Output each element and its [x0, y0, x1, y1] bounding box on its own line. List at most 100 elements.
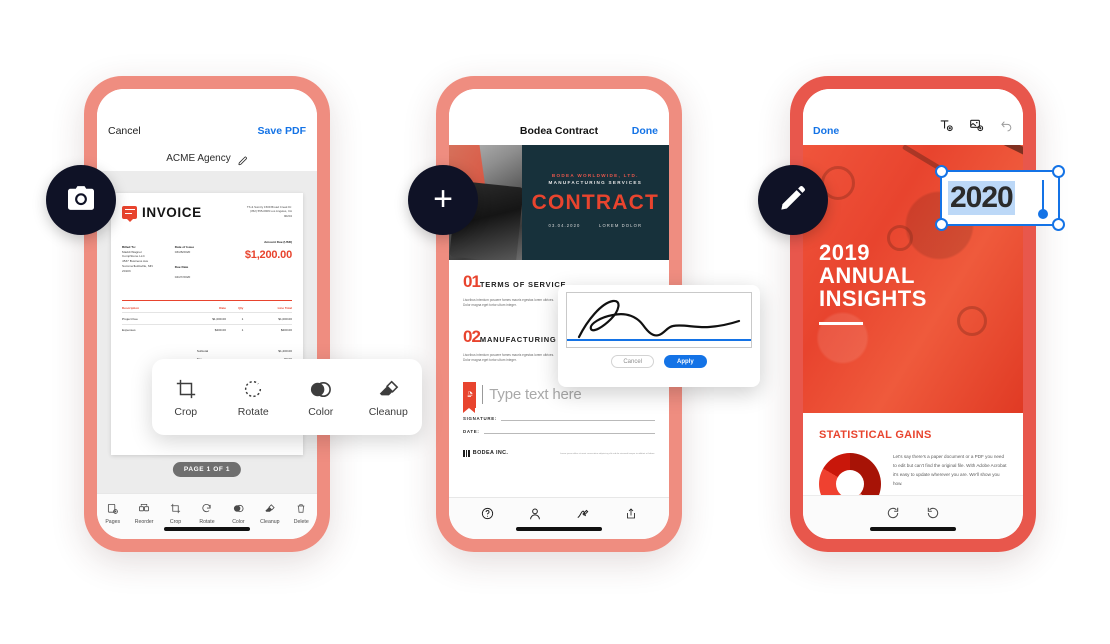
due-date-value: 04/27/2020: [174, 274, 191, 279]
signature-pen-icon: [559, 506, 607, 521]
tab-label: Crop: [169, 519, 182, 525]
section-number: 01: [463, 272, 481, 291]
tab-profile[interactable]: [511, 506, 559, 521]
crop-icon: [152, 376, 220, 402]
pdf-bookmark-icon: [463, 381, 476, 413]
section-number: 02: [463, 326, 481, 346]
signature-canvas[interactable]: [566, 292, 752, 348]
amount-due-block: Amount Due (USD) $1,200.00: [245, 240, 292, 284]
decorative-ring: [957, 305, 987, 336]
undo-button[interactable]: [886, 506, 900, 525]
tab-reorder[interactable]: Reorder: [128, 501, 159, 525]
phone-screen: Done 2019 ANNUAL INSIGHTS STATISTICAL GA…: [803, 89, 1023, 539]
tab-help[interactable]: [463, 506, 511, 521]
tab-delete[interactable]: Delete: [286, 501, 317, 525]
cell-total: $1,000.00: [243, 312, 292, 325]
date-label: DATE:: [463, 428, 480, 434]
cell-desc: Project Fee: [122, 312, 180, 325]
edit-color-button[interactable]: Color: [287, 376, 355, 418]
cell-rate: $1,000.00: [179, 312, 226, 325]
text-caret: [482, 385, 484, 405]
signature-label: SIGNATURE:: [463, 415, 497, 421]
rotate-icon: [220, 376, 288, 402]
undo-icon[interactable]: [1000, 119, 1013, 137]
report-year: 2019: [819, 240, 870, 265]
invoice-divider: [122, 300, 292, 302]
save-pdf-button[interactable]: Save PDF: [258, 125, 306, 137]
date-line-row[interactable]: DATE:: [463, 428, 655, 434]
bars-icon: [463, 449, 470, 457]
tab-pages[interactable]: Pages: [97, 501, 128, 525]
hero-kicker: BODEA WORLDWIDE, LTD.: [551, 173, 639, 178]
redo-button[interactable]: [926, 506, 940, 525]
hero-sub: LOREM DOLOR: [599, 223, 643, 228]
image-edit-toolbar: Crop Rotate Color Cleanup: [152, 359, 422, 435]
camera-icon: [66, 185, 96, 216]
billed-to-label: Billed To:: [122, 244, 136, 249]
footer-company: BODEA INC.: [472, 450, 509, 457]
tab-fill-sign[interactable]: [559, 506, 607, 521]
edit-cleanup-button[interactable]: Cleanup: [355, 376, 423, 418]
tab-label: Delete: [293, 519, 309, 525]
signature-cancel-button[interactable]: Cancel: [611, 355, 654, 368]
phone-annual-report: Done 2019 ANNUAL INSIGHTS STATISTICAL GA…: [790, 76, 1036, 552]
edit-tool-label: Crop: [174, 406, 198, 418]
done-button[interactable]: Done: [632, 125, 658, 137]
cell-rate: $200.00: [179, 323, 226, 336]
p1-tabbar: Pages Reorder Crop Rotate Color Cleanup …: [97, 493, 317, 539]
edit-tool-label: Color: [308, 406, 334, 418]
summary-label: Subtotal: [196, 349, 209, 354]
selected-text[interactable]: 2020: [950, 181, 1014, 214]
tab-label: Color: [232, 519, 245, 525]
add-badge[interactable]: +: [408, 165, 478, 235]
tab-rotate[interactable]: Rotate: [191, 501, 222, 525]
add-image-icon[interactable]: [969, 118, 984, 137]
edit-crop-button[interactable]: Crop: [152, 376, 220, 418]
report-line2: ANNUAL: [819, 263, 915, 289]
person-icon: [511, 506, 559, 521]
signature-line-row[interactable]: SIGNATURE:: [463, 415, 655, 421]
billed-to-block: Billed To: Maddi Wagner CompStone LLC 45…: [122, 240, 153, 284]
signature-apply-button[interactable]: Apply: [664, 355, 707, 368]
donut-chart-icon: [819, 453, 881, 495]
signature-line[interactable]: [501, 415, 655, 421]
camera-badge[interactable]: [46, 165, 116, 235]
contract-footer: BODEA INC. Lorem ipsum dolor sit amet co…: [449, 434, 669, 457]
invoice-wordmark: INVOICE: [142, 205, 202, 220]
resize-handle-top-right[interactable]: [1052, 165, 1065, 178]
eraser-icon: [355, 376, 423, 402]
resize-handle-bottom-right[interactable]: [1052, 218, 1065, 231]
done-button[interactable]: Done: [813, 125, 839, 137]
text-selection-box[interactable]: 2020: [935, 165, 1065, 231]
tab-crop[interactable]: Crop: [160, 501, 191, 525]
col-description: Description: [122, 306, 140, 311]
company-address: TS & Sumtry 1509 Broad Creek Dr. (352) 5…: [246, 205, 292, 218]
edit-rotate-button[interactable]: Rotate: [220, 376, 288, 418]
tab-share[interactable]: [607, 506, 655, 521]
resize-handle-bottom-left[interactable]: [935, 218, 948, 231]
edit-badge[interactable]: [758, 165, 828, 235]
add-text-icon[interactable]: [939, 118, 953, 137]
date-line[interactable]: [483, 428, 655, 434]
pencil-icon[interactable]: [238, 153, 248, 166]
p3-tabbar: [803, 495, 1023, 539]
cancel-button[interactable]: Cancel: [108, 125, 141, 137]
tab-cleanup[interactable]: Cleanup: [254, 501, 285, 525]
share-icon: [607, 506, 655, 521]
speech-bubble-icon: [122, 206, 137, 222]
invoice-meta: Billed To: Maddi Wagner CompStone LLC 45…: [122, 240, 292, 284]
type-text-placeholder[interactable]: Type text here: [489, 386, 581, 403]
resize-handle-top-left[interactable]: [935, 165, 948, 178]
tab-color[interactable]: Color: [223, 501, 254, 525]
p1-scan-canvas[interactable]: INVOICE TS & Sumtry 1509 Broad Creek Dr.…: [97, 171, 317, 493]
amount-due-label: Amount Due (USD): [264, 240, 292, 244]
due-date-label: Due Date: [174, 265, 189, 270]
statistics-body: Let's say there's a paper document or a …: [893, 454, 1007, 486]
title-underline: [819, 322, 863, 326]
statistics-row: Let's say there's a paper document or a …: [819, 453, 1007, 495]
invoice-logo: INVOICE: [122, 205, 202, 222]
date-issue-label: Date of Issue: [174, 244, 195, 249]
text-cursor: [1038, 180, 1048, 219]
home-indicator: [870, 527, 956, 531]
col-line-total: Line Total: [277, 306, 292, 311]
